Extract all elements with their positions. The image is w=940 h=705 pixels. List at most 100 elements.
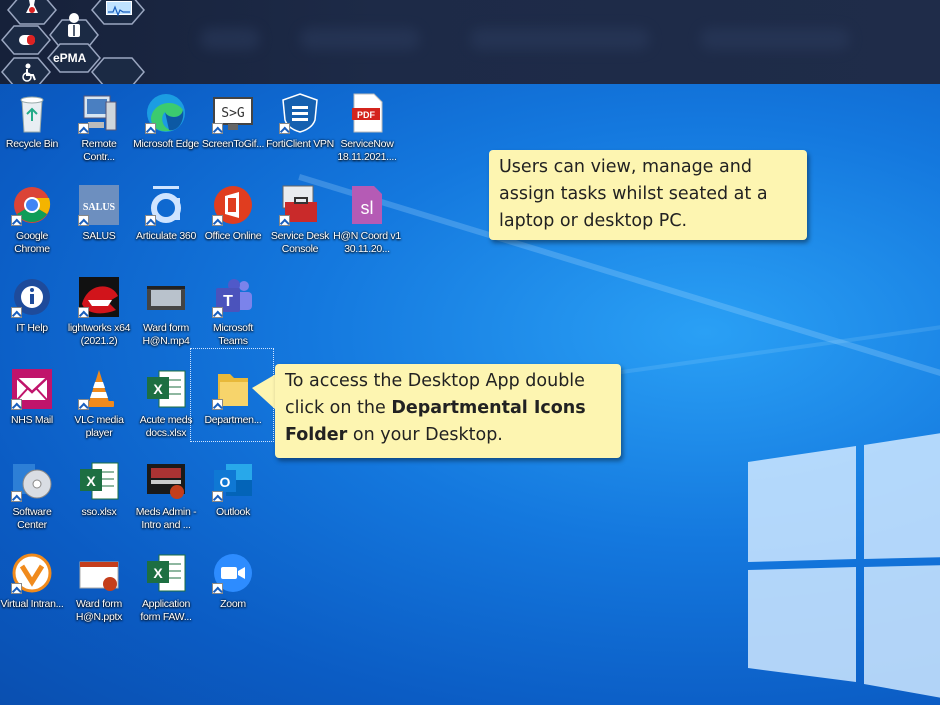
blurred-text (300, 28, 420, 50)
shortcut-arrow-icon (11, 399, 22, 410)
icon-label: Zoom (220, 598, 246, 610)
powerpoint-file-icon (79, 561, 119, 591)
icon-label: FortiClient VPN (266, 138, 334, 150)
sway-file-icon: sl (352, 186, 382, 224)
shortcut-arrow-icon (78, 307, 89, 318)
office-online-shortcut[interactable]: Office Online (199, 184, 267, 243)
icon-label: Office Online (204, 230, 262, 242)
microsoft-teams-shortcut[interactable]: T Microsoft Teams (199, 276, 267, 348)
application-form-file[interactable]: X Application form FAW... (132, 552, 200, 624)
blurred-text (700, 28, 850, 50)
icon-label: Google Chrome (14, 230, 50, 255)
software-center-shortcut[interactable]: Software Center (0, 460, 66, 532)
blurred-text (470, 28, 650, 50)
powerpoint-file-icon (147, 464, 185, 499)
monitor-waveform-icon[interactable] (106, 1, 132, 17)
shortcut-arrow-icon (78, 215, 89, 226)
zoom-shortcut[interactable]: Zoom (199, 552, 267, 611)
callout-text: Users can view, manage and assign tasks … (499, 157, 768, 231)
icon-label: Service Desk Console (270, 230, 330, 255)
video-file-icon (147, 286, 185, 310)
shortcut-arrow-icon (11, 307, 22, 318)
icon-label: IT Help (16, 322, 48, 334)
blurred-text (200, 28, 260, 50)
icon-label: Remote Contr... (81, 138, 117, 163)
pdf-file-icon: PDF (352, 93, 383, 133)
salus-shortcut[interactable]: SALUS SALUS (65, 184, 133, 243)
icon-label: ScreenToGif... (201, 138, 265, 150)
lightworks-shortcut[interactable]: lightworks x64 (2021.2) (65, 276, 133, 348)
epma-label[interactable]: ePMA (53, 51, 86, 65)
icon-label: lightworks x64 (2021.2) (67, 322, 131, 347)
shortcut-arrow-icon (279, 123, 290, 134)
tasks-callout: Users can view, manage and assign tasks … (489, 150, 807, 240)
icon-label: Software Center (12, 506, 52, 531)
icon-label: Recycle Bin (5, 138, 59, 150)
windows-logo (748, 433, 940, 698)
icon-label: Ward form H@N.mp4 (142, 322, 190, 347)
icon-label: Microsoft Edge (133, 138, 199, 150)
svg-text:X: X (153, 381, 163, 397)
shortcut-arrow-icon (212, 123, 223, 134)
shortcut-arrow-icon (78, 399, 89, 410)
recycle-bin-icon (20, 96, 44, 133)
service-desk-console-shortcut[interactable]: Service Desk Console (266, 184, 334, 256)
shortcut-arrow-icon (212, 491, 223, 502)
icon-label: sso.xlsx (81, 506, 117, 518)
icon-label: H@N Coord v1 30.11.20... (333, 230, 401, 255)
nhs-mail-shortcut[interactable]: NHS Mail (0, 368, 66, 427)
shortcut-arrow-icon (279, 215, 290, 226)
shortcut-arrow-icon (11, 215, 22, 226)
google-chrome-shortcut[interactable]: Google Chrome (0, 184, 66, 256)
icon-label: SALUS (82, 230, 116, 242)
icon-label: NHS Mail (11, 414, 53, 426)
sso-xlsx-file[interactable]: X sso.xlsx (65, 460, 133, 519)
icon-label: Application form FAW... (140, 598, 192, 623)
pill-icon[interactable] (16, 30, 38, 50)
icon-label: Departmen... (204, 414, 262, 426)
windows-desktop[interactable]: Recycle Bin Remote Contr... Microsoft Ed… (0, 84, 940, 705)
svg-text:T: T (223, 293, 233, 310)
svg-text:SALUS: SALUS (83, 202, 116, 213)
ward-form-mp4-file[interactable]: Ward form H@N.mp4 (132, 276, 200, 348)
shortcut-arrow-icon (212, 215, 223, 226)
icon-label: Meds Admin - Intro and ... (135, 506, 197, 531)
icon-label: Microsoft Teams (213, 322, 253, 347)
virtual-intranet-shortcut[interactable]: Virtual Intran... (0, 552, 66, 611)
icon-label: Outlook (215, 506, 251, 518)
shortcut-arrow-icon (11, 491, 22, 502)
icon-label: Ward form H@N.pptx (75, 598, 123, 623)
servicenow-pdf-file[interactable]: PDF ServiceNow 18.11.2021.... (333, 92, 401, 164)
forticlient-vpn-shortcut[interactable]: FortiClient VPN (266, 92, 334, 151)
meds-admin-intro-file[interactable]: Meds Admin - Intro and ... (132, 460, 200, 532)
recycle-bin-shortcut[interactable]: Recycle Bin (0, 92, 66, 151)
outlook-shortcut[interactable]: O Outlook (199, 460, 267, 519)
shortcut-arrow-icon (212, 399, 223, 410)
shortcut-arrow-icon (145, 123, 156, 134)
shortcut-arrow-icon (212, 307, 223, 318)
access-callout: To access the Desktop App double click o… (275, 364, 621, 458)
doctor-icon[interactable] (64, 12, 84, 38)
svg-text:X: X (86, 473, 96, 489)
it-help-shortcut[interactable]: IT Help (0, 276, 66, 335)
flask-icon[interactable] (24, 0, 40, 16)
ward-form-pptx-file[interactable]: Ward form H@N.pptx (65, 552, 133, 624)
icon-label: Virtual Intran... (0, 598, 64, 610)
excel-file-icon: X (147, 370, 186, 408)
shortcut-arrow-icon (78, 123, 89, 134)
svg-text:S>G: S>G (221, 106, 245, 121)
vlc-media-player-shortcut[interactable]: VLC media player (65, 368, 133, 440)
svg-text:sl: sl (361, 198, 374, 218)
remote-control-shortcut[interactable]: Remote Contr... (65, 92, 133, 164)
svg-text:PDF: PDF (357, 110, 376, 120)
shortcut-arrow-icon (11, 583, 22, 594)
microsoft-edge-shortcut[interactable]: Microsoft Edge (132, 92, 200, 151)
wheelchair-icon[interactable] (20, 63, 38, 83)
screentogif-shortcut[interactable]: S>G ScreenToGif... (199, 92, 267, 151)
shortcut-arrow-icon (145, 215, 156, 226)
hon-coord-file[interactable]: sl H@N Coord v1 30.11.20... (333, 184, 401, 256)
svg-text:X: X (153, 565, 163, 581)
articulate-360-shortcut[interactable]: Articulate 360 (132, 184, 200, 243)
callout-text: on your Desktop. (347, 425, 503, 445)
top-banner: ePMA (0, 0, 940, 84)
